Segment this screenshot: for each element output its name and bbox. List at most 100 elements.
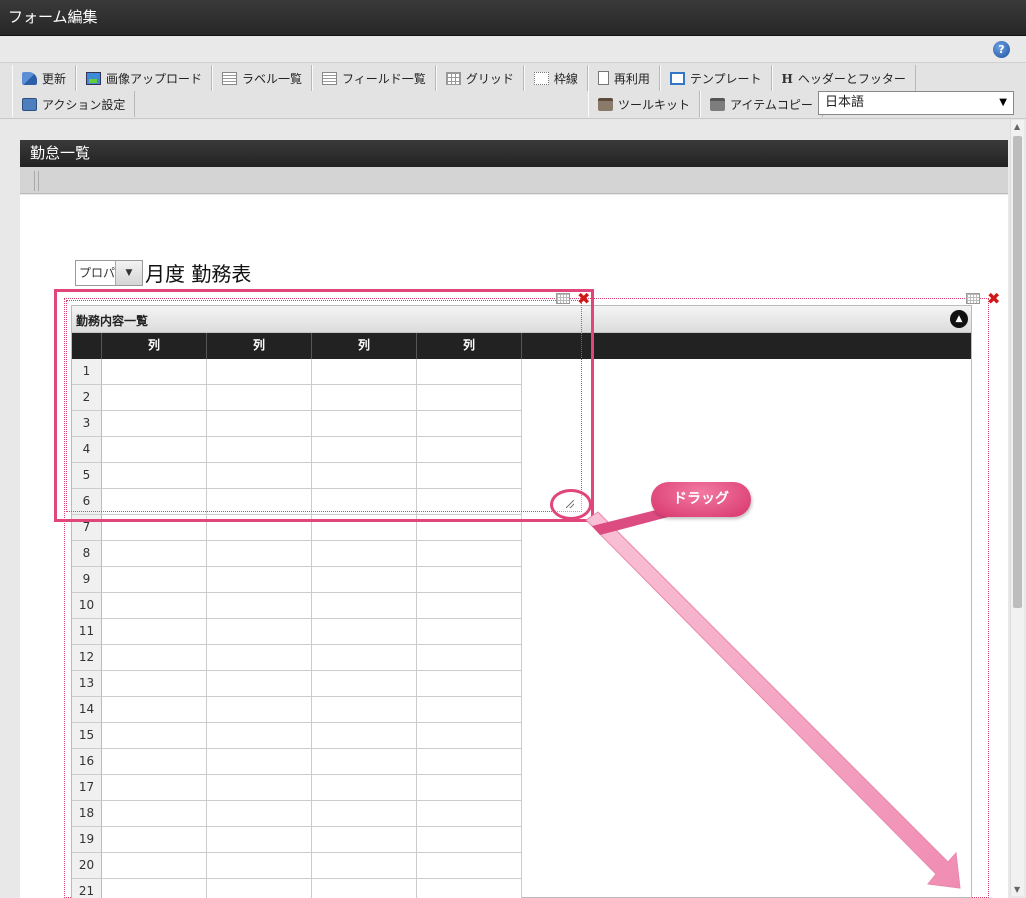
scroll-up-icon[interactable]: ▲ (1014, 122, 1020, 131)
item-copy-button[interactable]: アイテムコピー (700, 91, 823, 117)
scroll-down-icon[interactable]: ▼ (1014, 885, 1020, 894)
table-cell[interactable] (417, 671, 522, 697)
frame-line-button[interactable]: 枠線 (523, 65, 588, 91)
table-cell[interactable] (417, 567, 522, 593)
table-cell[interactable] (102, 567, 207, 593)
table-cell[interactable] (207, 645, 312, 671)
table-cell[interactable] (312, 775, 417, 801)
month-select[interactable]: プロパ ▼ (75, 260, 143, 286)
grid-properties-icon[interactable] (556, 293, 570, 304)
table-cell[interactable] (207, 723, 312, 749)
form-header-title: 勤怠一覧 (20, 140, 1008, 167)
table-cell[interactable] (312, 801, 417, 827)
table-cell[interactable] (312, 827, 417, 853)
table-cell[interactable] (102, 697, 207, 723)
table-cell[interactable] (102, 749, 207, 775)
image-upload-button[interactable]: 画像アップロード (76, 65, 213, 91)
language-select[interactable]: 日本語 ▼ (818, 91, 1014, 115)
scroll-thumb[interactable] (1013, 136, 1022, 608)
row-number: 18 (72, 801, 102, 827)
table-cell[interactable] (417, 749, 522, 775)
table-cell[interactable] (102, 541, 207, 567)
template-button-label: テンプレート (689, 71, 762, 86)
table-cell[interactable] (102, 619, 207, 645)
header-footer-button[interactable]: H ヘッダーとフッター (771, 65, 916, 91)
grid-properties-icon[interactable] (966, 293, 980, 304)
table-cell[interactable] (102, 723, 207, 749)
table-cell[interactable] (102, 593, 207, 619)
field-list-button[interactable]: フィールド一覧 (312, 65, 436, 91)
table-cell[interactable] (417, 645, 522, 671)
action-settings-button[interactable]: アクション設定 (12, 91, 136, 117)
table-cell[interactable] (312, 879, 417, 898)
table-cell[interactable] (102, 827, 207, 853)
label-list-button-label: ラベル一覧 (242, 71, 303, 86)
table-cell[interactable] (312, 619, 417, 645)
table-cell[interactable] (417, 697, 522, 723)
table-cell[interactable] (417, 593, 522, 619)
table-cell[interactable] (207, 671, 312, 697)
page-icon (597, 71, 609, 85)
table-cell[interactable] (102, 671, 207, 697)
table-cell[interactable] (207, 593, 312, 619)
table-cell[interactable] (207, 853, 312, 879)
table-cell[interactable] (417, 775, 522, 801)
table-cell[interactable] (312, 645, 417, 671)
help-icon[interactable]: ? (993, 41, 1010, 58)
header-footer-button-label: ヘッダーとフッター (797, 71, 906, 86)
table-cell[interactable] (312, 723, 417, 749)
table-cell[interactable] (102, 879, 207, 898)
chevron-down-icon: ▼ (999, 97, 1007, 108)
table-cell[interactable] (207, 827, 312, 853)
table-cell[interactable] (417, 879, 522, 898)
form-sub-toolbar (20, 167, 1008, 194)
label-list-button[interactable]: ラベル一覧 (212, 65, 313, 91)
table-cell[interactable] (312, 671, 417, 697)
close-icon[interactable]: ✖ (577, 291, 590, 307)
table-cell[interactable] (417, 619, 522, 645)
table-cell[interactable] (207, 567, 312, 593)
table-cell[interactable] (312, 697, 417, 723)
reuse-button[interactable]: 再利用 (587, 65, 660, 91)
table-cell[interactable] (102, 853, 207, 879)
month-select-value: プロパ (79, 266, 116, 280)
toolkit-button[interactable]: ツールキット (588, 91, 701, 117)
table-cell[interactable] (417, 827, 522, 853)
table-cell[interactable] (312, 749, 417, 775)
divider (34, 171, 35, 191)
table-cell[interactable] (207, 619, 312, 645)
table-cell[interactable] (417, 801, 522, 827)
table-cell[interactable] (207, 541, 312, 567)
table-cell[interactable] (207, 697, 312, 723)
collapse-icon[interactable]: ▲ (950, 310, 968, 328)
table-cell[interactable] (102, 801, 207, 827)
table-cell[interactable] (417, 853, 522, 879)
table-cell[interactable] (312, 853, 417, 879)
grid-button-label: グリッド (465, 71, 514, 86)
table-row: 13 (72, 671, 522, 697)
table-cell[interactable] (207, 801, 312, 827)
action-settings-button-label: アクション設定 (42, 97, 126, 112)
list-icon (222, 71, 238, 85)
table-cell[interactable] (312, 541, 417, 567)
table-cell[interactable] (102, 775, 207, 801)
table-cell[interactable] (102, 645, 207, 671)
frame-line-button-label: 枠線 (553, 71, 578, 86)
template-button[interactable]: テンプレート (659, 65, 772, 91)
table-cell[interactable] (207, 749, 312, 775)
table-cell[interactable] (207, 879, 312, 898)
chevron-down-icon[interactable]: ▼ (115, 261, 142, 285)
table-cell[interactable] (417, 723, 522, 749)
table-cell[interactable] (417, 541, 522, 567)
table-cell[interactable] (312, 567, 417, 593)
table-row: 17 (72, 775, 522, 801)
vertical-scrollbar[interactable]: ▲ ▼ (1010, 120, 1024, 896)
table-row: 15 (72, 723, 522, 749)
grid-button[interactable]: グリッド (435, 65, 524, 91)
table-cell[interactable] (312, 593, 417, 619)
table-cell[interactable] (207, 775, 312, 801)
update-button[interactable]: 更新 (12, 65, 77, 91)
close-icon[interactable]: ✖ (987, 291, 1000, 307)
resize-grip-icon[interactable] (566, 500, 574, 508)
reuse-button-label: 再利用 (613, 71, 650, 86)
